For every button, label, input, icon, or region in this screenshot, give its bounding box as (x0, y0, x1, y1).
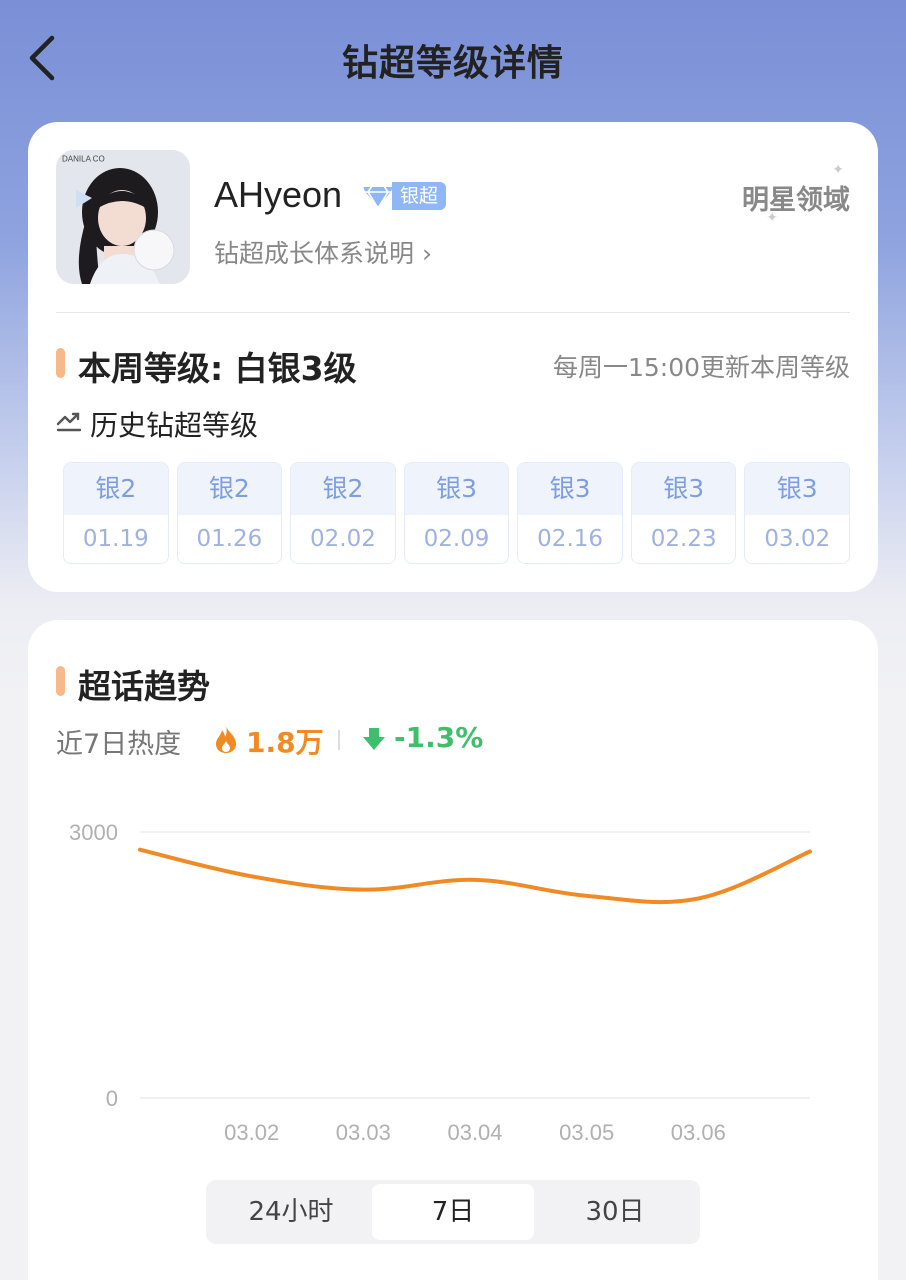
history-list: 银2 01.19 银2 01.26 银2 02.02 银3 02.09 银3 02.16 … (63, 462, 851, 564)
history-item[interactable]: 银3 02.09 (403, 462, 510, 564)
divider (56, 312, 850, 313)
fire-icon (216, 725, 236, 753)
update-note: 每周一15:00更新本周等级 (552, 353, 850, 382)
history-level: 银3 (631, 463, 736, 515)
history-date: 02.02 (291, 515, 395, 563)
section-marker (56, 666, 65, 696)
series-line (138, 847, 812, 905)
history-date: 02.23 (631, 515, 736, 563)
history-date: 02.09 (404, 515, 509, 563)
sparkle-icon: ✦ (832, 162, 844, 178)
level-badge: 银超 (358, 180, 447, 212)
history-item[interactable]: 银2 01.26 (176, 462, 283, 564)
x-tick-label: 03.03 (336, 1120, 391, 1145)
history-level: 银2 (291, 463, 395, 515)
tab-24h[interactable]: 24小时 (210, 1184, 372, 1240)
x-tick-label: 03.05 (559, 1120, 614, 1145)
history-item[interactable]: 银3 02.23 (630, 462, 737, 564)
growth-system-link[interactable]: 钻超成长体系说明 › (214, 234, 432, 270)
heat-value: 1.8万 (246, 726, 324, 759)
avatar-watermark: DANILA CO (62, 155, 105, 164)
change-value: -1.3% (394, 721, 484, 754)
trend-title: 超话趋势 (78, 667, 210, 706)
tab-7d[interactable]: 7日 (372, 1184, 534, 1240)
y-tick-label: 0 (106, 1086, 118, 1111)
history-date: 01.26 (177, 515, 282, 563)
history-item[interactable]: 银2 02.02 (290, 462, 396, 564)
nav-bar: 钻超等级详情 (0, 0, 906, 118)
history-date: 03.02 (745, 515, 850, 563)
y-tick-label: 3000 (69, 820, 118, 845)
level-card: DANILA CO AHyeon 银超 钻超成长体系说明 › ✦ ✦ 明星领域 … (28, 122, 878, 592)
arrow-down-icon (363, 728, 385, 750)
separator (338, 730, 340, 750)
history-level: 银3 (404, 463, 509, 515)
trend-chart-icon (56, 412, 82, 432)
history-title: 历史钻超等级 (90, 409, 259, 442)
badge-label: 银超 (392, 182, 447, 210)
week-level: 本周等级: 白银3级 (78, 349, 357, 388)
history-date: 02.16 (518, 515, 622, 563)
time-range-tabs: 24小时 7日 30日 (206, 1180, 700, 1244)
heat-label: 近7日热度 (56, 729, 182, 760)
history-level: 银3 (518, 463, 622, 515)
domain-label: 明星领域 (742, 185, 850, 216)
history-date: 01.19 (64, 515, 168, 563)
history-item[interactable]: 银2 01.19 (63, 462, 169, 564)
avatar[interactable]: DANILA CO (56, 150, 190, 284)
history-level: 银2 (177, 463, 282, 515)
history-item[interactable]: 银3 03.02 (744, 462, 851, 564)
section-marker (56, 348, 65, 378)
x-tick-label: 03.06 (671, 1120, 726, 1145)
tab-30d[interactable]: 30日 (534, 1184, 696, 1240)
trend-line-chart: 3000 0 03.02 03.03 03.04 03.05 03.06 (69, 820, 812, 1145)
trend-card: 超话趋势 近7日热度 1.8万 -1.3% 3000 0 03.02 03.03 03.… (28, 620, 878, 1280)
user-name: AHyeon (214, 174, 343, 215)
history-level: 银2 (64, 463, 168, 515)
x-tick-label: 03.02 (224, 1120, 279, 1145)
history-item[interactable]: 银3 02.16 (517, 462, 623, 564)
x-tick-label: 03.04 (447, 1120, 502, 1145)
history-level: 银3 (745, 463, 850, 515)
page-title: 钻超等级详情 (341, 43, 564, 84)
